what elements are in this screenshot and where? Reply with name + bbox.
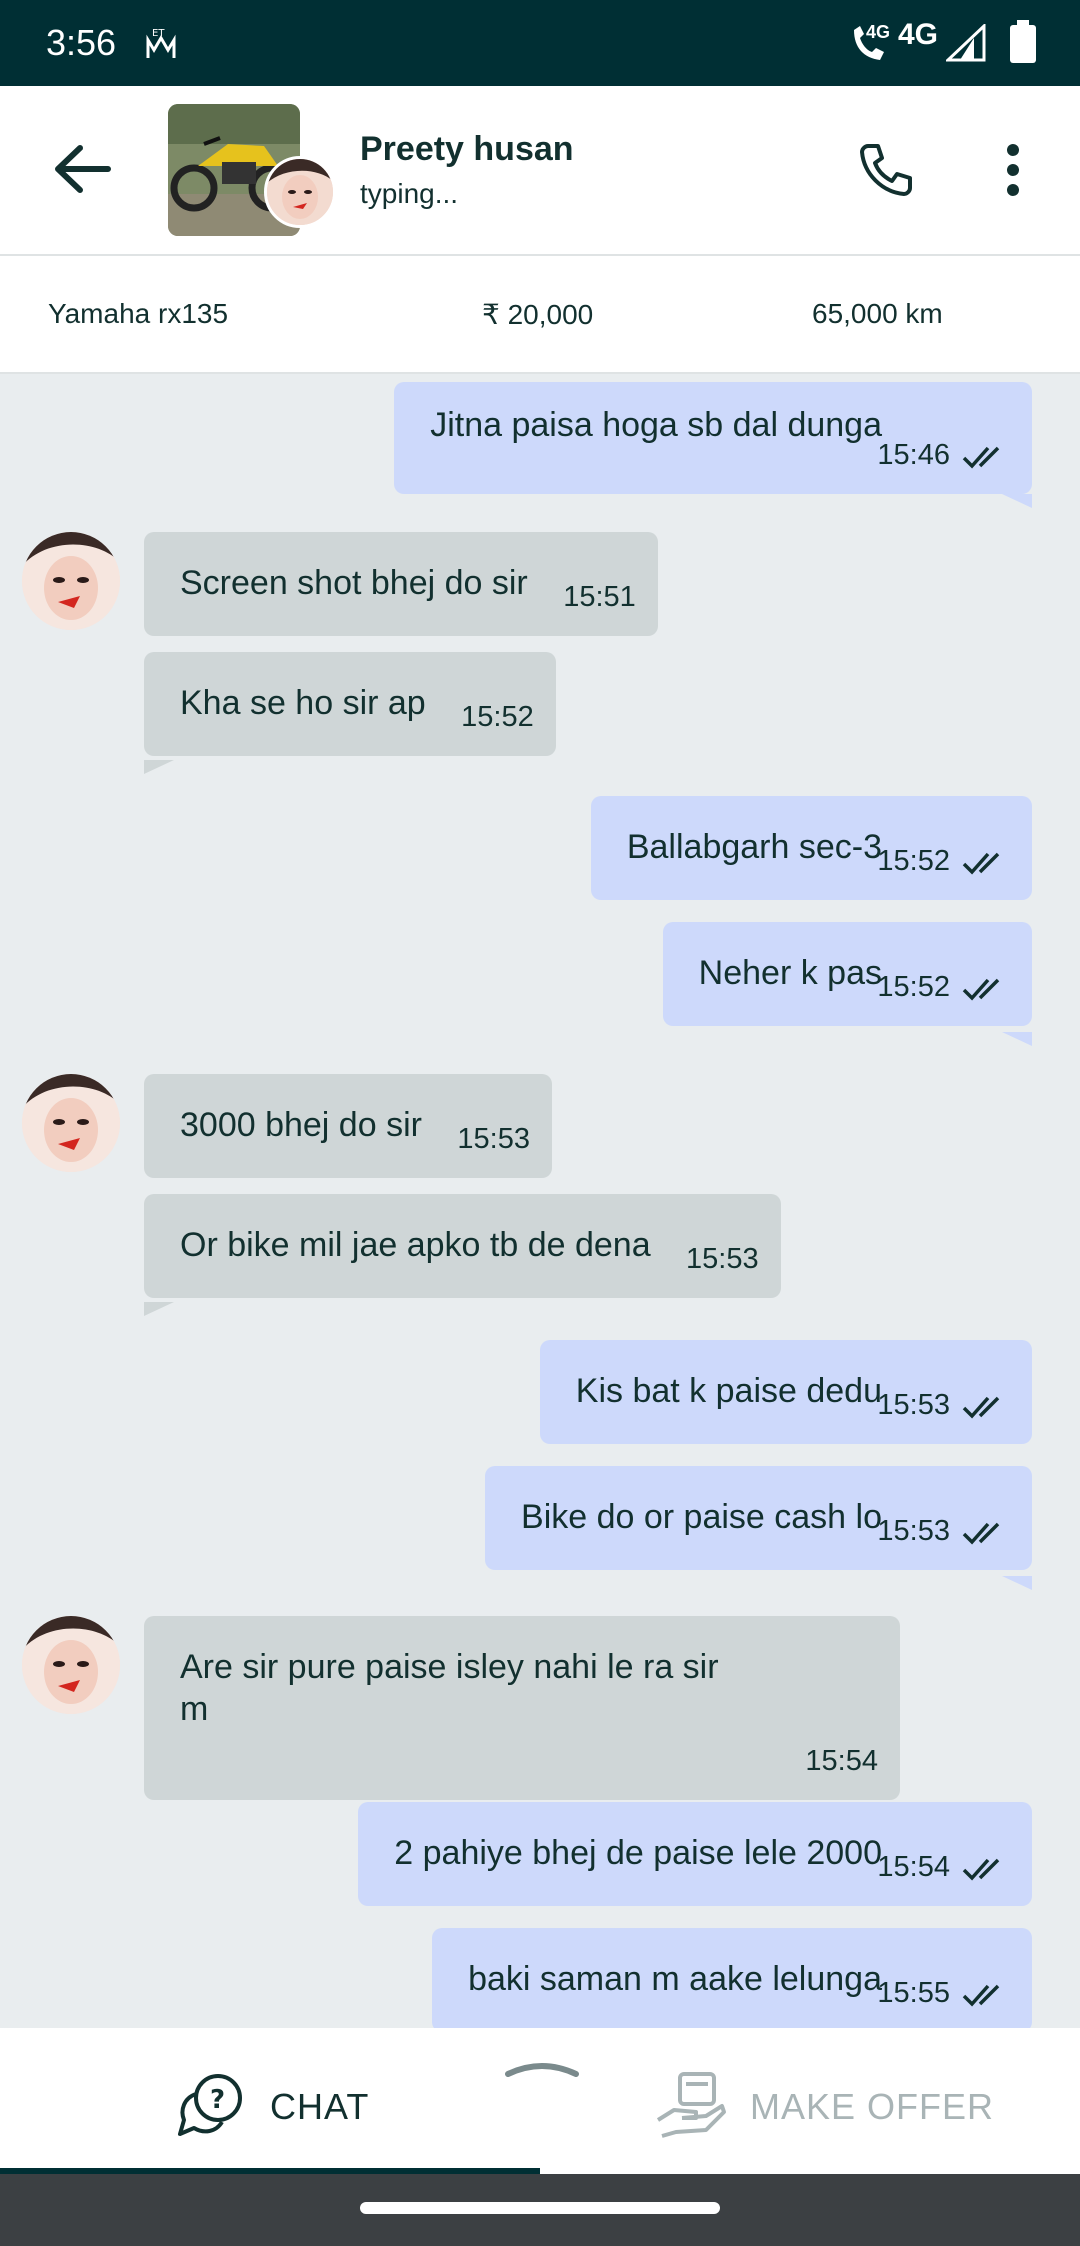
bottom-tab-bar: ? CHAT MAKE OFFER <box>0 2028 1080 2174</box>
sender-avatar[interactable] <box>22 532 120 630</box>
more-vert-icon[interactable] <box>1000 140 1026 205</box>
svg-text:?: ? <box>210 2085 225 2115</box>
message-time: 15:46 <box>877 439 950 471</box>
message-time: 15:55 <box>877 1977 950 2009</box>
listing-info-bar[interactable]: Yamaha rx135 ₹ 20,000 65,000 km <box>0 256 1080 374</box>
message-text: 2 pahiye bhej de paise lele 2000 <box>394 1834 882 1872</box>
battery-icon <box>1008 20 1038 69</box>
message-outgoing[interactable]: Neher k pas 15:52 <box>662 922 1032 1026</box>
message-time: 15:51 <box>563 581 636 613</box>
home-gesture-pill[interactable] <box>360 2202 720 2214</box>
message-incoming[interactable]: Are sir pure paise isley nahi le ra sir … <box>144 1616 900 1800</box>
bubble-tail <box>1002 494 1032 508</box>
bubble-tail <box>1002 1576 1032 1590</box>
message-time: 15:54 <box>877 1851 950 1883</box>
message-time: 15:53 <box>686 1243 759 1275</box>
double-check-icon <box>962 1850 1008 1892</box>
message-time: 15:53 <box>877 1515 950 1547</box>
message-text: Bike do or paise cash lo <box>521 1498 882 1536</box>
message-time: 15:52 <box>877 845 950 877</box>
bubble-tail <box>144 1302 174 1316</box>
contact-name[interactable]: Preety husan <box>360 130 574 169</box>
message-text: 3000 bhej do sir <box>180 1106 422 1144</box>
double-check-icon <box>962 844 1008 886</box>
message-incoming[interactable]: Kha se ho sir ap 15:52 <box>144 652 556 756</box>
bubble-tail <box>1002 1032 1032 1046</box>
status-time: 3:56 <box>46 22 117 63</box>
message-outgoing[interactable]: Ballabgarh sec-3 15:52 <box>590 796 1032 900</box>
system-navigation-bar <box>0 2174 1080 2246</box>
message-outgoing[interactable]: 2 pahiye bhej de paise lele 2000 15:54 <box>358 1802 1032 1906</box>
message-text-line2: m <box>180 1690 209 1728</box>
listing-km: 65,000 km <box>812 298 943 329</box>
double-check-icon <box>962 1388 1008 1430</box>
message-time: 15:52 <box>461 701 534 733</box>
double-check-icon <box>962 970 1008 1012</box>
bubble-tail <box>144 1766 174 1780</box>
message-text: Are sir pure paise isley nahi le ra sir <box>180 1648 719 1686</box>
message-outgoing[interactable]: Jitna paisa hoga sb dal dunga 15:46 <box>394 382 1032 494</box>
message-outgoing[interactable]: Kis bat k paise dedu 15:53 <box>539 1340 1032 1444</box>
message-incoming[interactable]: 3000 bhej do sir 15:53 <box>144 1074 552 1178</box>
message-outgoing[interactable]: baki saman m aake lelunga 15:55 <box>432 1928 1032 2028</box>
message-text: baki saman m aake lelunga <box>468 1960 882 1998</box>
message-incoming[interactable]: Screen shot bhej do sir 15:51 <box>144 532 658 636</box>
chat-question-icon[interactable]: ? <box>176 2070 246 2145</box>
expand-handle-icon[interactable] <box>504 2058 580 2085</box>
message-text: Or bike mil jae apko tb de dena <box>180 1226 651 1264</box>
message-text: Jitna paisa hoga sb dal dunga <box>430 406 882 444</box>
message-text: Ballabgarh sec-3 <box>626 828 882 866</box>
double-check-icon <box>962 438 1008 480</box>
message-text: Neher k pas <box>698 954 882 992</box>
message-text: Kha se ho sir ap <box>180 684 426 722</box>
network-type: 4G <box>898 18 939 51</box>
chat-header: Preety husan typing... <box>0 86 1080 256</box>
signal-icon <box>944 22 986 67</box>
sender-avatar[interactable] <box>22 1616 120 1714</box>
message-time: 15:54 <box>805 1745 878 1777</box>
om-icon: ET <box>144 26 178 65</box>
status-bar: 3:56 ET 4G 4G <box>0 0 1080 86</box>
bubble-tail <box>144 760 174 774</box>
double-check-icon <box>962 1514 1008 1556</box>
message-time: 15:52 <box>877 971 950 1003</box>
listing-title: Yamaha rx135 <box>48 298 229 329</box>
tab-make-offer[interactable]: MAKE OFFER <box>750 2086 994 2128</box>
message-text: Screen shot bhej do sir <box>180 564 528 602</box>
listing-price: ₹ 20,000 <box>482 299 594 330</box>
message-text: Kis bat k paise dedu <box>575 1372 882 1410</box>
message-time: 15:53 <box>457 1123 530 1155</box>
chat-messages[interactable]: Jitna paisa hoga sb dal dunga 15:46 Scre… <box>0 374 1080 2028</box>
contact-avatar[interactable] <box>264 156 336 228</box>
message-incoming[interactable]: Or bike mil jae apko tb de dena 15:53 <box>144 1194 781 1298</box>
back-arrow-icon[interactable] <box>50 136 116 207</box>
svg-text:ET: ET <box>152 28 165 39</box>
contact-status: typing... <box>360 178 459 209</box>
double-check-icon <box>962 1976 1008 2018</box>
message-outgoing[interactable]: Bike do or paise cash lo 15:53 <box>485 1466 1032 1570</box>
make-offer-icon[interactable] <box>654 2070 728 2145</box>
sender-avatar[interactable] <box>22 1074 120 1172</box>
network-type-small: 4G <box>866 22 891 42</box>
tab-chat[interactable]: CHAT <box>270 2086 369 2128</box>
message-time: 15:53 <box>877 1389 950 1421</box>
phone-icon[interactable] <box>856 140 916 205</box>
